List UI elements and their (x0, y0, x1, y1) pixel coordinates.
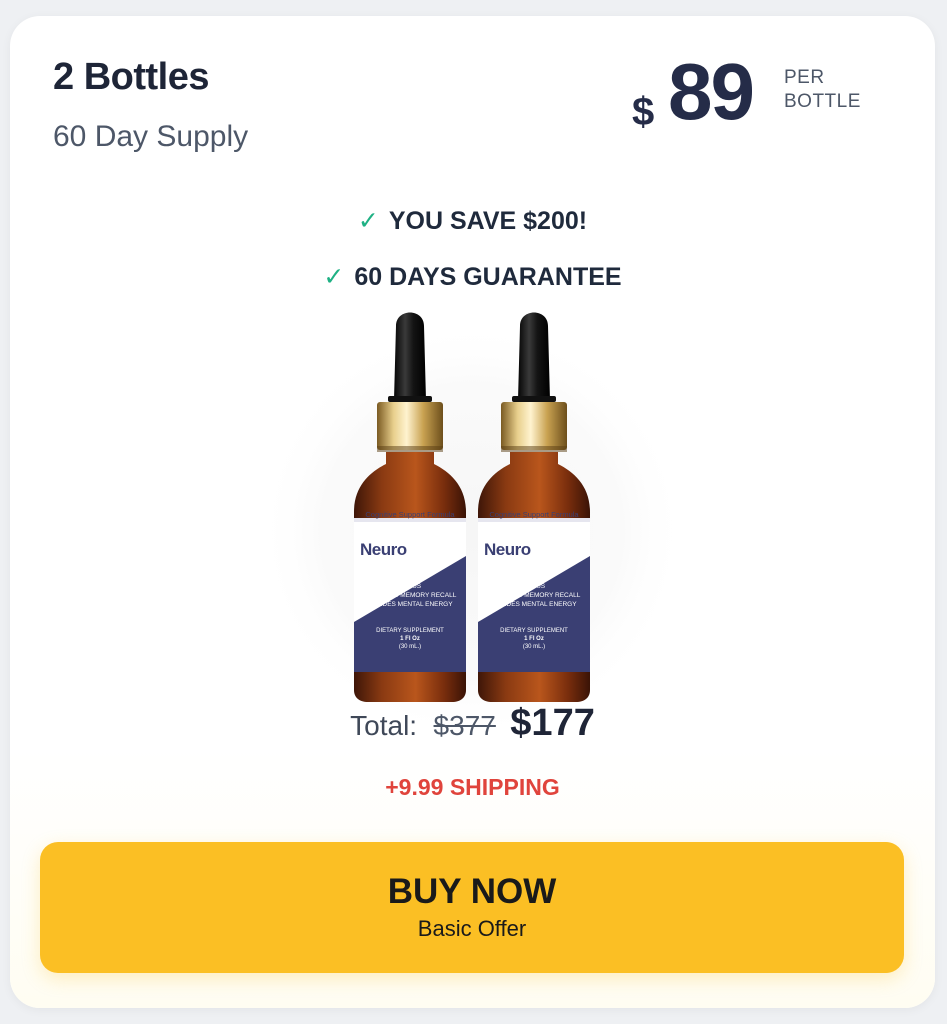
total-label: Total: (350, 710, 418, 741)
check-icon: ✓ (357, 207, 379, 235)
bullet: •IMPROVES FOCUS (484, 583, 546, 590)
bullet: •PROVIDES MENTAL ENERGY (484, 601, 577, 608)
buy-now-label: BUY NOW (387, 872, 557, 911)
benefit-guarantee: ✓ 60 DAYS GUARANTEE (10, 262, 935, 292)
bottle-label-right: Cognitive Support Formula NeuroDyneTM •I… (478, 510, 590, 670)
volume-ml: (30 mL.) (398, 644, 422, 650)
total-price: Total: $377 $177 (10, 702, 935, 745)
bullet: •ENHANCES MEMORY RECALL (484, 592, 581, 599)
bottle-label: BOTTLE (784, 91, 861, 112)
price-per-bottle: $ 89 PER BOTTLE (632, 52, 892, 142)
bullet: •IMPROVES FOCUS (360, 583, 422, 590)
volume-ml: (30 mL.) (522, 644, 546, 650)
supplement-info: DIETARY SUPPLEMENT 1 Fl Oz (30 mL.) (478, 627, 590, 651)
supplement-info: DIETARY SUPPLEMENT 1 Fl Oz (30 mL.) (354, 627, 466, 651)
benefit-savings: ✓ YOU SAVE $200! (10, 206, 935, 236)
bottle-label-left: Cognitive Support Formula NeuroDyneTM •I… (354, 510, 466, 670)
volume: 1 Fl Oz (524, 636, 544, 642)
brand-part-2: Dyne (530, 540, 571, 559)
benefit-bullets: •IMPROVES FOCUS •ENHANCES MEMORY RECALL … (360, 582, 456, 609)
brand-logo: NeuroDyneTM (484, 540, 577, 560)
check-icon: ✓ (323, 263, 345, 291)
per-bottle-label: PER BOTTLE (784, 66, 861, 114)
shipping-cost: +9.99 SHIPPING (385, 774, 560, 800)
trademark: TM (446, 544, 453, 551)
supplement-type: DIETARY SUPPLEMENT (376, 628, 444, 634)
trademark: TM (570, 544, 577, 551)
original-price: $377 (433, 710, 496, 741)
bullet: •PROVIDES MENTAL ENERGY (360, 601, 453, 608)
discounted-price: $177 (510, 702, 595, 744)
buy-now-button[interactable]: BUY NOW Basic Offer (40, 842, 904, 973)
offer-title: 2 Bottles (53, 56, 209, 98)
benefit-savings-label: YOU SAVE $200! (388, 207, 588, 235)
offer-subtitle: 60 Day Supply (53, 120, 249, 153)
offer-card: 2 Bottles 60 Day Supply $ 89 PER BOTTLE … (10, 16, 935, 1008)
brand-part-1: Neuro (360, 540, 407, 559)
brand-part-2: Dyne (406, 540, 447, 559)
offer-tier-label: Basic Offer (417, 916, 527, 941)
benefit-bullets: •IMPROVES FOCUS •ENHANCES MEMORY RECALL … (484, 582, 580, 609)
volume: 1 Fl Oz (400, 636, 420, 642)
benefit-guarantee-label: 60 DAYS GUARANTEE (354, 263, 622, 291)
brand-part-1: Neuro (484, 540, 531, 559)
brand-logo: NeuroDyneTM (360, 540, 453, 560)
bottle-right (478, 312, 590, 702)
bottle-left (354, 312, 466, 702)
tagline: Cognitive Support Formula (365, 510, 455, 519)
currency-symbol: $ (632, 90, 655, 134)
per-label: PER (784, 67, 825, 88)
bullet: •ENHANCES MEMORY RECALL (360, 592, 457, 599)
price-value: 89 (668, 47, 755, 136)
tagline: Cognitive Support Formula (489, 510, 579, 519)
supplement-type: DIETARY SUPPLEMENT (500, 628, 568, 634)
